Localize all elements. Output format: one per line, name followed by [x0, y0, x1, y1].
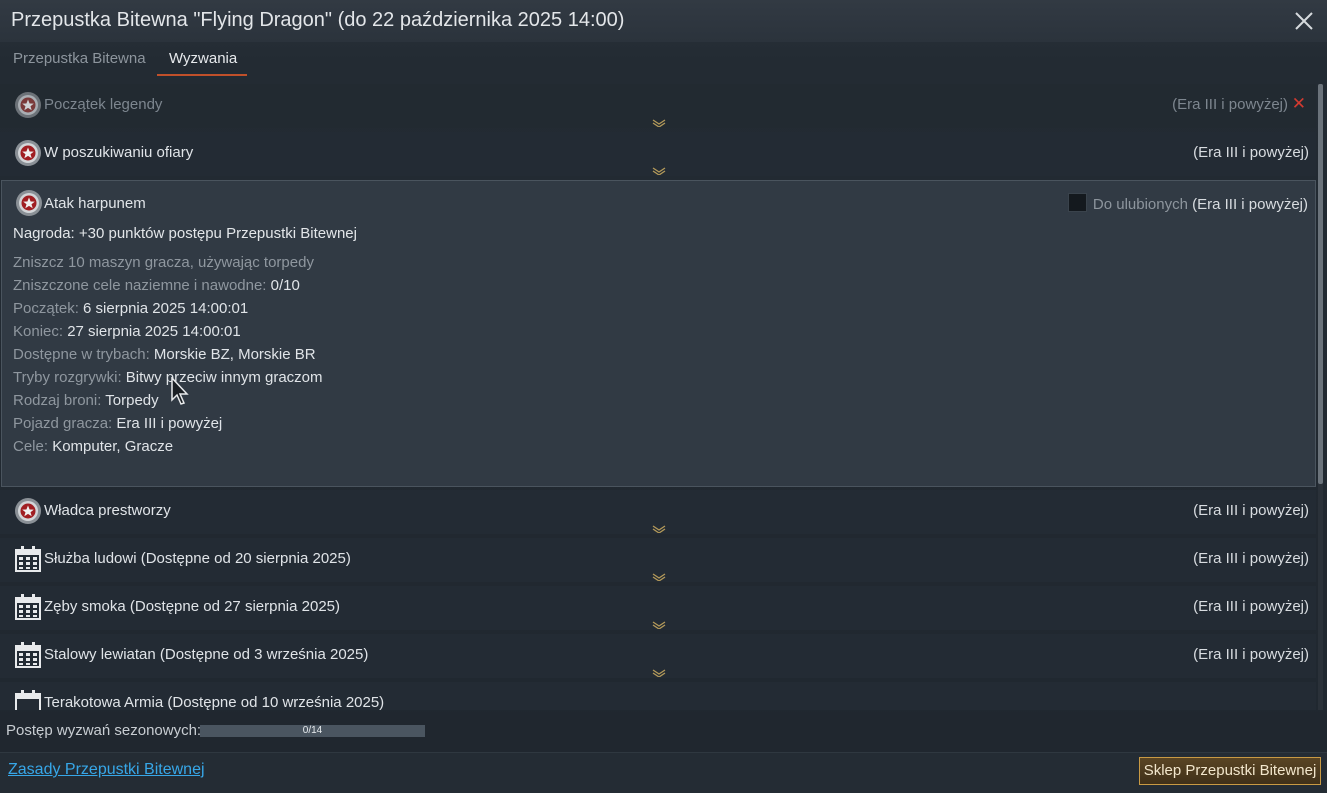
challenge-details: Zniszcz 10 maszyn gracza, używając torpe… [13, 251, 323, 458]
challenge-expanded[interactable]: Atak harpunem Do ulubionych (Era III i p… [1, 180, 1316, 487]
challenge-row[interactable]: W poszukiwaniu ofiary (Era III i powyżej… [0, 132, 1316, 176]
detail-line: Cele: Komputer, Gracze [13, 435, 323, 458]
detail-line: Pojazd gracza: Era III i powyżej [13, 412, 323, 435]
chevron-down-icon[interactable] [651, 669, 667, 677]
tab-battle-pass[interactable]: Przepustka Bitewna [13, 50, 146, 67]
calendar-icon [15, 690, 41, 710]
scrollbar-thumb[interactable] [1318, 84, 1323, 484]
detail-label: Koniec: [13, 323, 68, 340]
challenge-row[interactable]: Terakotowa Armia (Dostępne od 10 wrześni… [0, 682, 1316, 710]
progress-text: 0/14 [302, 725, 323, 736]
challenge-title: Władca prestworzy [44, 502, 171, 519]
detail-label: Dostępne w trybach: [13, 346, 154, 363]
challenge-era: (Era III i powyżej) [1172, 96, 1288, 113]
challenge-era: (Era III i powyżej) [1193, 598, 1309, 615]
progress-bar: 0/14 [200, 725, 425, 737]
tab-challenges[interactable]: Wyzwania [169, 50, 237, 67]
scrollbar[interactable] [1318, 84, 1323, 710]
window-title: Przepustka Bitewna "Flying Dragon" (do 2… [11, 9, 625, 31]
detail-line: Rodzaj broni: Torpedy [13, 389, 323, 412]
shop-button[interactable]: Sklep Przepustki Bitewnej [1139, 757, 1321, 785]
challenge-row[interactable]: Stalowy lewiatan (Dostępne od 3 września… [0, 634, 1316, 678]
challenge-row[interactable]: Władca prestworzy (Era III i powyżej) [0, 490, 1316, 534]
challenge-title: Atak harpunem [44, 195, 146, 212]
mouse-cursor-icon [171, 377, 189, 405]
detail-label: Pojazd gracza: [13, 415, 117, 432]
detail-line: Koniec: 27 sierpnia 2025 14:00:01 [13, 320, 323, 343]
detail-label: Początek: [13, 300, 84, 317]
close-icon[interactable] [1291, 8, 1317, 34]
detail-label: Rodzaj broni: [13, 392, 106, 409]
chevron-down-icon[interactable] [651, 525, 667, 533]
detail-value: Torpedy [105, 392, 159, 409]
chevron-down-icon[interactable] [651, 621, 667, 629]
challenge-title: W poszukiwaniu ofiary [44, 144, 194, 161]
detail-value: Morskie BZ, Morskie BR [153, 346, 316, 363]
detail-value: Komputer, Gracze [52, 438, 174, 455]
challenge-era: (Era III i powyżej) [1193, 144, 1309, 161]
detail-label: Zniszczone cele naziemne i nawodne: [13, 277, 271, 294]
detail-line: Początek: 6 sierpnia 2025 14:00:01 [13, 297, 323, 320]
detail-label: Tryby rozgrywki: [13, 369, 126, 386]
challenge-title: Początek legendy [44, 96, 163, 113]
favorite-checkbox[interactable] [1067, 193, 1087, 212]
detail-value: 6 sierpnia 2025 14:00:01 [83, 300, 249, 317]
medal-icon [15, 92, 41, 118]
medal-icon [16, 190, 42, 216]
challenge-title: Służba ludowi (Dostępne od 20 sierpnia 2… [44, 550, 351, 567]
challenge-era: (Era III i powyżej) [1192, 196, 1308, 213]
favorite-label: Do ulubionych [1092, 196, 1188, 213]
challenge-row[interactable]: Służba ludowi (Dostępne od 20 sierpnia 2… [0, 538, 1316, 582]
challenge-title: Zęby smoka (Dostępne od 27 sierpnia 2025… [44, 598, 341, 615]
footer: Zasady Przepustki Bitewnej Sklep Przepus… [0, 752, 1327, 793]
detail-line: Zniszczone cele naziemne i nawodne: 0/10 [13, 274, 323, 297]
calendar-icon [15, 594, 41, 620]
detail-line: Dostępne w trybach: Morskie BZ, Morskie … [13, 343, 323, 366]
chevron-down-icon[interactable] [651, 119, 667, 127]
favorite-toggle[interactable]: Do ulubionych (Era III i powyżej) [1067, 193, 1308, 213]
challenge-era: (Era III i powyżej) [1193, 502, 1309, 519]
active-tab-indicator [157, 74, 247, 76]
title-bar: Przepustka Bitewna "Flying Dragon" (do 2… [0, 0, 1327, 42]
detail-value: 0/10 [270, 277, 300, 294]
calendar-icon [15, 546, 41, 572]
tab-bar: Przepustka Bitewna Wyzwania [0, 42, 1327, 78]
challenge-description: Zniszcz 10 maszyn gracza, używając torpe… [13, 254, 314, 271]
failed-x-icon: ✕ [1291, 94, 1306, 113]
challenge-row[interactable]: Początek legendy (Era III i powyżej) ✕ [0, 84, 1316, 128]
medal-icon [15, 140, 41, 166]
detail-label: Cele: [13, 438, 53, 455]
battle-pass-window: Przepustka Bitewna "Flying Dragon" (do 2… [0, 0, 1327, 793]
detail-value: Era III i powyżej [116, 415, 223, 432]
season-progress: Postęp wyzwań sezonowych: 0/14 [0, 712, 1327, 752]
challenge-era: (Era III i powyżej) [1193, 550, 1309, 567]
detail-value: Bitwy przeciw innym graczom [125, 369, 323, 386]
challenge-era: (Era III i powyżej) [1193, 646, 1309, 663]
progress-label: Postęp wyzwań sezonowych: [6, 722, 202, 739]
detail-value: 27 sierpnia 2025 14:00:01 [67, 323, 241, 340]
chevron-down-icon[interactable] [651, 573, 667, 581]
detail-line: Tryby rozgrywki: Bitwy przeciw innym gra… [13, 366, 323, 389]
challenge-row[interactable]: Zęby smoka (Dostępne od 27 sierpnia 2025… [0, 586, 1316, 630]
challenge-title: Terakotowa Armia (Dostępne od 10 wrześni… [44, 694, 385, 710]
challenge-list: Początek legendy (Era III i powyżej) ✕ W… [0, 84, 1316, 710]
rules-link[interactable]: Zasady Przepustki Bitewnej [8, 761, 205, 779]
chevron-down-icon[interactable] [651, 167, 667, 175]
medal-icon [15, 498, 41, 524]
calendar-icon [15, 642, 41, 668]
challenge-title: Stalowy lewiatan (Dostępne od 3 września… [44, 646, 369, 663]
reward-text: Nagroda: +30 punktów postępu Przepustki … [13, 225, 357, 242]
